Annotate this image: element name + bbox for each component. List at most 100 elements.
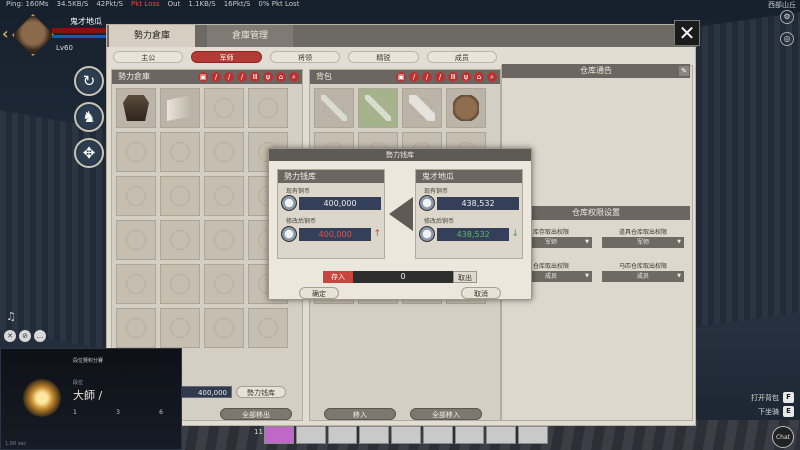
skill-swirl-icon[interactable]: ↻ [74, 66, 104, 96]
storage-slot[interactable] [116, 220, 156, 260]
overlay-footer: 1.00 sec [5, 441, 27, 447]
storage-slot[interactable] [116, 132, 156, 172]
player-avatar[interactable] [12, 14, 54, 56]
hotbar-slot[interactable] [454, 426, 485, 444]
all-icon[interactable]: ▣ [198, 72, 208, 82]
weapon-icon[interactable]: / [409, 72, 419, 82]
bandwidth-out: 1.1KB/S [188, 0, 216, 8]
backpack-slot[interactable] [358, 88, 398, 128]
hotbar-slot[interactable] [422, 426, 453, 444]
backpack-header: 背包 ▣ / / / Ⅲ ψ ⌂ ⌕ [310, 70, 500, 84]
subtab-member[interactable]: 成员 [426, 51, 498, 63]
permission-label: 马匹仓库取出权限 [618, 263, 667, 270]
amount-input[interactable]: 0 [353, 271, 453, 283]
storage-slot[interactable] [204, 176, 244, 216]
quest-icon[interactable]: ψ [263, 72, 273, 82]
back-arrow-icon[interactable]: ‹ [2, 24, 9, 43]
after-coins-label: 修改后铜币 [424, 218, 455, 225]
subtab-elite[interactable]: 精锐 [348, 51, 419, 63]
backpack-slot[interactable] [314, 88, 354, 128]
storage-slot[interactable] [160, 264, 200, 304]
storage-slot[interactable] [116, 264, 156, 304]
chat-icon[interactable]: Chat [772, 426, 794, 448]
player-coins-column: 鬼才地瓜 现有铜币 438,532 修改后铜币 438,532 ↓ [415, 169, 523, 259]
bell-icon[interactable]: ♫ [6, 310, 16, 323]
tab-storage-management[interactable]: 倉庫管理 [207, 25, 293, 47]
scroll-item-icon [167, 95, 193, 121]
cancel-button[interactable]: 取消 [461, 287, 501, 299]
storage-slot[interactable] [160, 220, 200, 260]
tab-guild-storage[interactable]: 勢力倉庫 [109, 25, 195, 47]
guild-treasury-button[interactable]: 勢力钱库 [236, 386, 286, 398]
packet-loss-label: Pkt Loss [131, 0, 160, 8]
storage-slot[interactable] [204, 264, 244, 304]
storage-slot[interactable] [116, 88, 156, 128]
storage-slot[interactable] [204, 88, 244, 128]
hotbar-slot[interactable] [295, 426, 326, 444]
sword-item-icon [321, 95, 347, 121]
deposit-toggle[interactable]: 存入 [323, 271, 353, 283]
hotbar-slot[interactable] [486, 426, 517, 444]
guild-current-coins: 400,000 [299, 196, 381, 210]
move-in-button[interactable]: 移入 [324, 408, 396, 420]
hotbar-slot[interactable] [264, 426, 294, 444]
storage-slot[interactable] [204, 308, 244, 348]
weapon-icon[interactable]: / [211, 72, 221, 82]
overlay-stat: 1 [73, 409, 77, 416]
all-icon[interactable]: ▣ [396, 72, 406, 82]
consumable-icon[interactable]: Ⅲ [250, 72, 260, 82]
backpack-slot[interactable] [402, 88, 442, 128]
permission-select[interactable]: 军师 [602, 237, 684, 248]
misc-icon[interactable]: ⌂ [276, 72, 286, 82]
block-icon[interactable]: ⊘ [19, 330, 31, 342]
storage-slot[interactable] [160, 88, 200, 128]
hotbar-slot[interactable] [327, 426, 358, 444]
subtab-lord[interactable]: 主公 [113, 51, 184, 63]
open-bag-hint: 打开背包 F [751, 392, 794, 403]
storage-slot[interactable] [248, 308, 288, 348]
storage-slot[interactable] [204, 220, 244, 260]
subtab-general[interactable]: 将领 [269, 51, 341, 63]
map-icon[interactable]: ◎ [780, 32, 794, 46]
consumable-icon[interactable]: Ⅲ [448, 72, 458, 82]
open-bag-key: F [783, 392, 794, 403]
backpack-slot[interactable] [446, 88, 486, 128]
storage-slot[interactable] [248, 88, 288, 128]
storage-slot[interactable] [160, 132, 200, 172]
confirm-button[interactable]: 确定 [299, 287, 339, 299]
out-label: Out [167, 0, 181, 8]
armor-icon[interactable]: / [224, 72, 234, 82]
hotbar-slot[interactable] [391, 426, 421, 444]
current-coins-label: 现有铜币 [424, 188, 449, 195]
quest-icon[interactable]: ψ [461, 72, 471, 82]
storage-slot[interactable] [160, 176, 200, 216]
armor-icon[interactable]: / [422, 72, 432, 82]
move-all-out-button[interactable]: 全部移出 [220, 408, 292, 420]
subtab-strategist[interactable]: 军师 [191, 51, 262, 63]
settings-icon[interactable]: ⚙ [780, 10, 794, 24]
permission-select[interactable]: 成员 [602, 271, 684, 282]
edit-notice-icon[interactable]: ✎ [679, 66, 689, 76]
misc-icon[interactable]: ⌂ [474, 72, 484, 82]
player-frame[interactable]: ‹ 鬼才地瓜 Lv60 [2, 10, 108, 56]
skill-emblem-icon[interactable]: ✥ [74, 138, 104, 168]
roof-structure [690, 12, 800, 328]
chat-bubble-icon[interactable]: … [34, 330, 46, 342]
search-icon[interactable]: ⌕ [289, 72, 299, 82]
storage-slot[interactable] [160, 308, 200, 348]
window-tabs: 勢力倉庫 倉庫管理 [107, 25, 697, 47]
hotbar-slot[interactable] [518, 426, 549, 444]
hotbar-slot[interactable] [359, 426, 390, 444]
storage-slot[interactable] [116, 176, 156, 216]
dismount-label: 下坐骑 [758, 407, 779, 416]
close-window-button[interactable]: ✕ [674, 20, 700, 46]
cancel-icon[interactable]: ✕ [4, 330, 16, 342]
storage-slot[interactable] [204, 132, 244, 172]
skill-horse-icon[interactable]: ♞ [74, 102, 104, 132]
search-icon[interactable]: ⌕ [487, 72, 497, 82]
material-icon[interactable]: / [237, 72, 247, 82]
storage-slot[interactable] [116, 308, 156, 348]
move-all-in-button[interactable]: 全部移入 [410, 408, 482, 420]
material-icon[interactable]: / [435, 72, 445, 82]
withdraw-toggle[interactable]: 取出 [453, 271, 477, 283]
